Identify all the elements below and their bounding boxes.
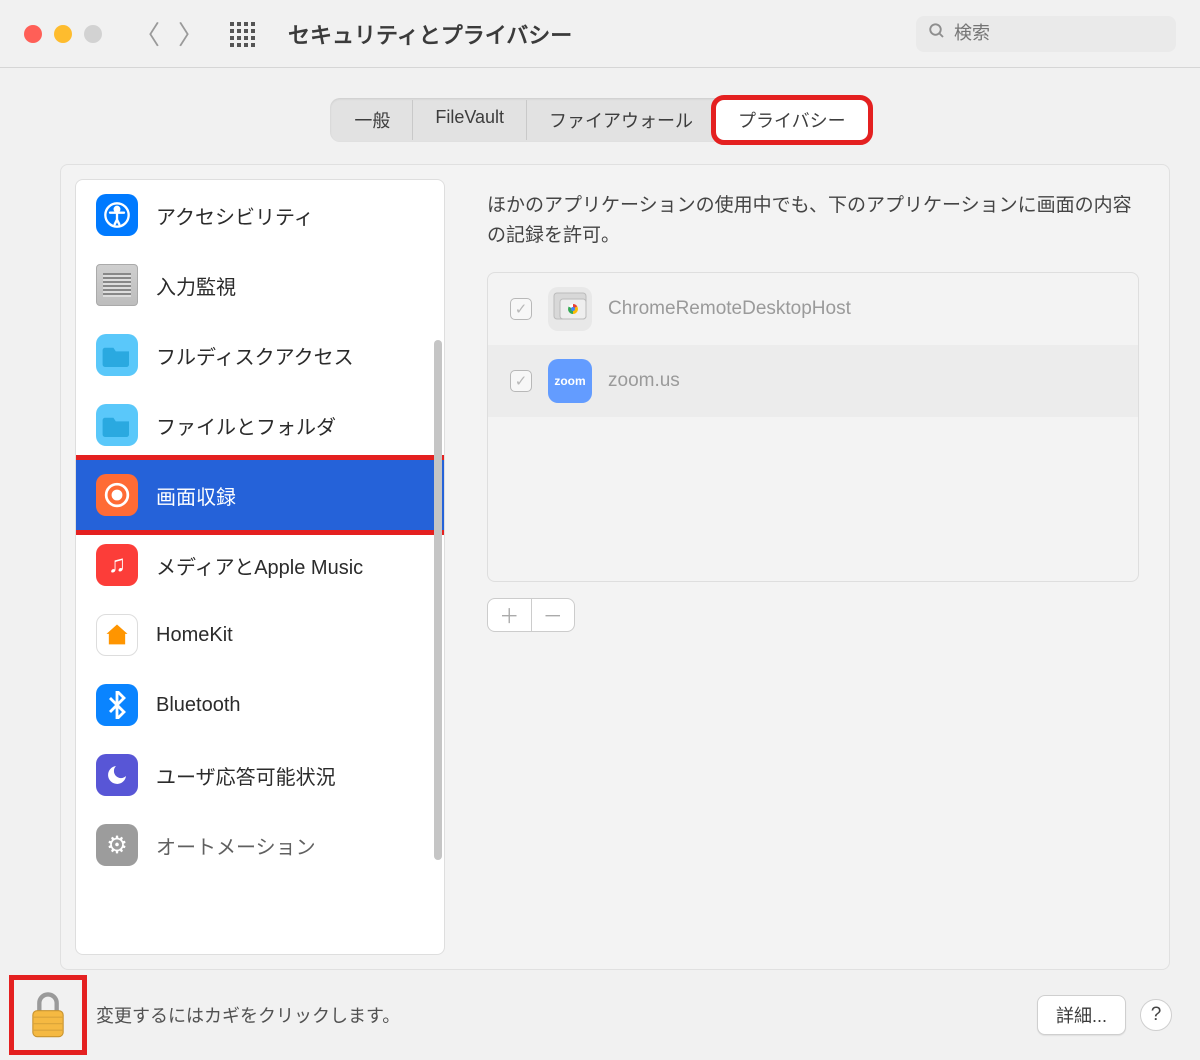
sidebar-item-label: ファイルとフォルダ [156,411,336,440]
music-icon: ♫ [96,544,138,586]
tab-firewall[interactable]: ファイアウォール [527,100,716,140]
keyboard-icon [96,264,138,306]
minimize-window-button[interactable] [54,25,72,43]
sidebar-item-automation[interactable]: ⚙ オートメーション [76,810,444,880]
sidebar-item-label: Bluetooth [156,694,241,717]
zoom-icon: zoom [548,359,592,403]
all-preferences-button[interactable] [230,22,254,46]
sidebar-item-accessibility[interactable]: アクセシビリティ [76,180,444,250]
bluetooth-icon [96,684,138,726]
app-row[interactable]: ✓ zoom zoom.us [488,345,1138,417]
main-panel: ほかのアプリケーションの使用中でも、下のアプリケーションに画面の内容の記録を許可… [445,179,1169,955]
back-button[interactable]: 〈 [134,15,160,52]
forward-button[interactable]: 〉 [178,15,204,52]
tab-privacy[interactable]: プライバシー [716,100,868,140]
app-row[interactable]: ✓ ChromeRemoteDesktopHost [488,273,1138,345]
search-field[interactable] [916,16,1176,52]
lock-button[interactable] [18,984,78,1046]
lock-hint-text: 変更するにはカギをクリックします。 [96,1002,400,1028]
screen-record-icon [96,474,138,516]
allowed-apps-list: ✓ ChromeRemoteDesktopHost ✓ zoom zoom.us [487,272,1139,582]
sidebar-item-label: オートメーション [156,831,316,860]
window-controls [24,25,102,43]
sidebar-item-bluetooth[interactable]: Bluetooth [76,670,444,740]
sidebar-item-homekit[interactable]: HomeKit [76,600,444,670]
advanced-button[interactable]: 詳細... [1037,995,1126,1035]
folder-icon [96,334,138,376]
privacy-category-sidebar: アクセシビリティ 入力監視 フルディスクアクセス [75,179,445,955]
close-window-button[interactable] [24,25,42,43]
panel-description: ほかのアプリケーションの使用中でも、下のアプリケーションに画面の内容の記録を許可… [487,185,1139,272]
tab-filevault[interactable]: FileVault [413,100,527,140]
tab-general[interactable]: 一般 [332,100,413,140]
add-remove-buttons: ＋ － [487,598,575,632]
files-folder-icon [96,404,138,446]
sidebar-item-full-disk-access[interactable]: フルディスクアクセス [76,320,444,390]
app-checkbox[interactable]: ✓ [510,370,532,392]
footer: 変更するにはカギをクリックします。 詳細... ? [0,970,1200,1060]
sidebar-item-input-monitoring[interactable]: 入力監視 [76,250,444,320]
sidebar-item-label: HomeKit [156,624,233,647]
home-icon [96,614,138,656]
sidebar-item-label: 入力監視 [156,271,236,300]
help-button[interactable]: ? [1140,999,1172,1031]
maximize-window-button[interactable] [84,25,102,43]
inner-panel: アクセシビリティ 入力監視 フルディスクアクセス [60,164,1170,970]
tab-bar: 一般 FileVault ファイアウォール プライバシー [0,68,1200,164]
sidebar-item-screen-recording[interactable]: 画面収録 [76,460,444,530]
sidebar-item-media-apple-music[interactable]: ♫ メディアとApple Music [76,530,444,600]
search-input[interactable] [954,23,1164,44]
sidebar-item-label: 画面収録 [156,481,236,510]
app-name: zoom.us [608,370,680,392]
sidebar-item-label: フルディスクアクセス [156,341,354,370]
app-checkbox[interactable]: ✓ [510,298,532,320]
app-name: ChromeRemoteDesktopHost [608,298,851,320]
titlebar: 〈 〉 セキュリティとプライバシー [0,0,1200,68]
window-title: セキュリティとプライバシー [288,18,908,50]
search-icon [928,22,946,45]
add-app-button[interactable]: ＋ [488,599,532,631]
sidebar-item-label: メディアとApple Music [156,551,363,580]
sidebar-item-label: アクセシビリティ [156,201,314,230]
remove-app-button[interactable]: － [532,599,575,631]
accessibility-icon [96,194,138,236]
content-area: アクセシビリティ 入力監視 フルディスクアクセス [0,164,1200,970]
sidebar-item-label: ユーザ応答可能状況 [156,761,336,790]
sidebar-scrollbar[interactable] [434,340,442,860]
sidebar-item-user-availability[interactable]: ユーザ応答可能状況 [76,740,444,810]
gear-icon: ⚙ [96,824,138,866]
chrome-remote-icon [548,287,592,331]
sidebar-item-files-folders[interactable]: ファイルとフォルダ [76,390,444,460]
lock-icon [25,989,71,1041]
moon-icon [96,754,138,796]
